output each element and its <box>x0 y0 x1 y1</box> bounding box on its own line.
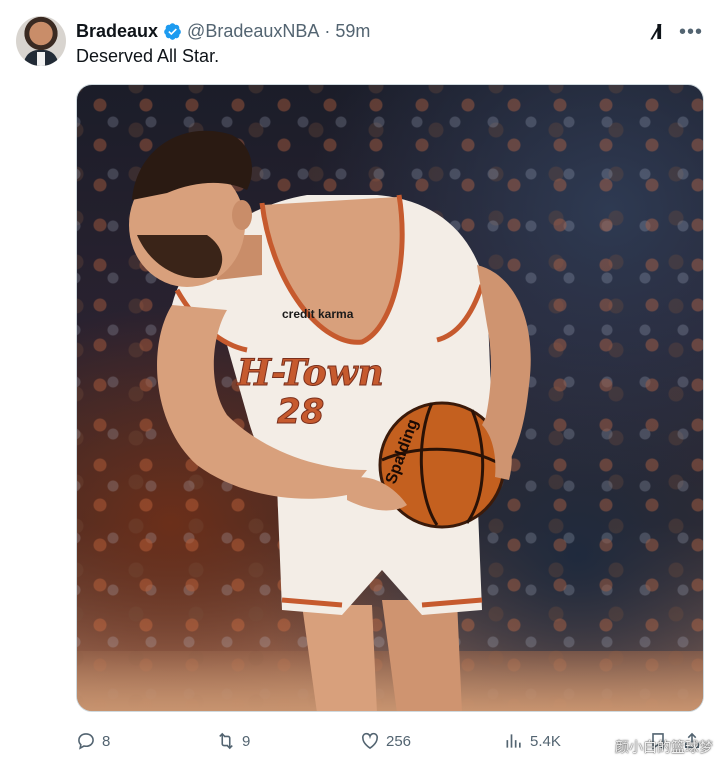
jersey-number: 28 <box>277 392 324 432</box>
more-icon[interactable]: ••• <box>679 21 703 44</box>
tweet-timestamp[interactable]: 59m <box>335 21 370 42</box>
image-watermark: 颜小白的篮球梦 <box>615 740 713 756</box>
jersey-sponsor-text: credit karma <box>282 307 354 321</box>
like-count: 256 <box>386 732 412 750</box>
like-button[interactable]: 256 <box>360 726 411 756</box>
retweet-icon <box>219 732 233 750</box>
avatar-shirt <box>37 52 45 66</box>
jersey-wordmark: H-Town <box>236 352 384 394</box>
views-button[interactable]: 5.4K <box>504 726 561 756</box>
reply-count: 8 <box>102 732 111 750</box>
grok-icon[interactable]: ⁄I <box>654 20 663 44</box>
retweet-count: 9 <box>242 732 251 750</box>
reply-button[interactable]: 8 <box>76 726 110 756</box>
tweet-photo[interactable]: credit karma H-Town 28 Spalding <box>76 84 704 712</box>
header-separator: · <box>324 20 331 41</box>
verified-badge-icon <box>164 22 181 40</box>
views-icon <box>506 734 521 748</box>
retweet-button[interactable]: 9 <box>216 726 250 756</box>
author-name[interactable]: Bradeaux <box>76 21 158 42</box>
tweet-header: Bradeaux @BradeauxNBA · 59m <box>76 18 370 44</box>
tweet-top-actions: ⁄I ••• <box>654 20 703 44</box>
author-avatar[interactable] <box>16 16 66 66</box>
view-count: 5.4K <box>530 732 561 750</box>
author-handle[interactable]: @BradeauxNBA <box>187 21 319 42</box>
heart-icon <box>362 732 378 750</box>
tweet-actions: 8 9 256 5.4K <box>76 726 704 756</box>
reply-icon <box>78 733 94 750</box>
photo-basketball-player: credit karma H-Town 28 Spalding <box>129 130 531 711</box>
tweet-card[interactable]: Bradeaux @BradeauxNBA · 59m ⁄I ••• Deser… <box>0 0 719 766</box>
tweet-text: Deserved All Star. <box>76 46 220 66</box>
